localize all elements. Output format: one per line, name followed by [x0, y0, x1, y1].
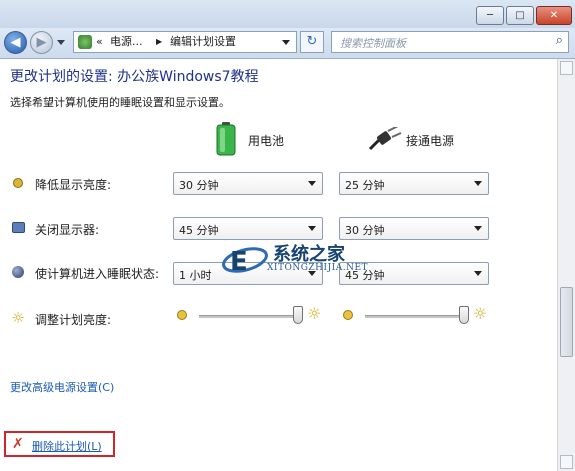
brightness-battery-slider[interactable]: ☼	[177, 304, 327, 326]
breadcrumb-separator[interactable]: ▶	[156, 32, 162, 52]
chevron-down-icon	[474, 181, 482, 186]
chevron-down-icon	[474, 226, 482, 231]
ac-column-header: 接通电源	[406, 134, 455, 148]
watermark-emblem-icon: E	[222, 247, 268, 277]
back-button[interactable]: ◀	[4, 31, 27, 54]
back-arrow-icon: ◀	[10, 35, 21, 50]
refresh-icon: ↻	[306, 34, 318, 49]
dim-display-ac-value: 25 分钟	[345, 179, 385, 192]
scroll-down-button[interactable]	[560, 455, 573, 469]
battery-icon	[216, 122, 236, 156]
brightness-high-icon: ☼	[473, 304, 488, 323]
delete-plan-link[interactable]: 删除此计划(L)	[32, 438, 102, 454]
close-button[interactable]: ✕	[536, 6, 572, 25]
control-panel-icon	[78, 35, 92, 49]
dim-display-label: 降低显示亮度:	[35, 178, 112, 192]
dim-display-battery-value: 30 分钟	[179, 179, 219, 192]
brightness-high-icon: ☼	[307, 304, 322, 323]
close-icon: ✕	[549, 10, 559, 21]
sleep-label: 使计算机进入睡眠状态:	[35, 267, 160, 281]
dim-display-ac-select[interactable]: 25 分钟	[339, 172, 489, 195]
chevron-down-icon	[474, 271, 482, 276]
maximize-button[interactable]: □	[506, 6, 534, 25]
brightness-ac-thumb[interactable]	[458, 306, 469, 324]
navigation-bar: ◀ ▶ « 电源... ▶ 编辑计划设置 ↻ 搜索控制面板 ⌕	[0, 28, 575, 59]
brightness-low-icon	[177, 310, 187, 320]
brightness-low-icon	[343, 310, 353, 320]
chevron-down-icon	[308, 226, 316, 231]
dim-display-icon	[11, 177, 25, 191]
brightness-battery-thumb[interactable]	[292, 306, 303, 324]
forward-arrow-icon: ▶	[36, 35, 47, 50]
search-icon[interactable]: ⌕	[556, 33, 563, 48]
chevron-down-icon	[308, 181, 316, 186]
address-bar[interactable]: « 电源... ▶ 编辑计划设置	[73, 31, 297, 53]
battery-column-header: 用电池	[248, 134, 285, 148]
delete-icon: ✗	[12, 436, 24, 452]
brightness-icon: ☼	[11, 309, 25, 327]
sleep-icon	[11, 266, 25, 280]
search-input[interactable]: 搜索控制面板	[340, 35, 406, 51]
scrollbar-thumb[interactable]	[560, 287, 573, 357]
scroll-up-button[interactable]	[560, 61, 573, 75]
dim-display-battery-select[interactable]: 30 分钟	[173, 172, 323, 195]
brightness-battery-track[interactable]	[199, 315, 303, 318]
minimize-button[interactable]: ─	[476, 6, 504, 25]
display-off-battery-value: 45 分钟	[179, 224, 219, 237]
sleep-battery-value: 1 小时	[179, 269, 212, 282]
power-plug-icon	[368, 127, 402, 151]
breadcrumb-power-options[interactable]: 电源...	[110, 32, 143, 52]
minimize-icon: ─	[486, 10, 494, 21]
advanced-power-settings-link[interactable]: 更改高级电源设置(C)	[10, 379, 114, 395]
breadcrumb-overflow[interactable]: «	[96, 32, 103, 52]
page-subtitle: 选择希望计算机使用的睡眠设置和显示设置。	[10, 96, 230, 109]
maximize-icon: □	[515, 10, 525, 21]
display-off-icon	[11, 222, 25, 236]
breadcrumb-edit-plan[interactable]: 编辑计划设置	[170, 32, 236, 52]
brightness-ac-slider[interactable]: ☼	[343, 304, 493, 326]
display-off-label: 关闭显示器:	[35, 223, 100, 237]
refresh-button[interactable]: ↻	[300, 31, 324, 53]
svg-text:E: E	[230, 247, 248, 277]
search-box[interactable]: 搜索控制面板 ⌕	[331, 31, 569, 53]
brightness-label: 调整计划亮度:	[35, 313, 112, 327]
brightness-ac-track[interactable]	[365, 315, 469, 318]
page-title: 更改计划的设置: 办公族Windows7教程	[10, 69, 259, 85]
recent-pages-chevron-icon[interactable]	[57, 40, 65, 45]
title-bar: ─ □ ✕	[0, 0, 575, 28]
address-dropdown-icon[interactable]	[282, 40, 290, 45]
watermark-url: XITONGZHIJIA.NET	[267, 263, 369, 273]
watermark-logo: E 系统之家 XITONGZHIJIA.NET	[217, 236, 382, 284]
forward-button[interactable]: ▶	[30, 31, 53, 54]
vertical-scrollbar[interactable]	[557, 59, 575, 471]
